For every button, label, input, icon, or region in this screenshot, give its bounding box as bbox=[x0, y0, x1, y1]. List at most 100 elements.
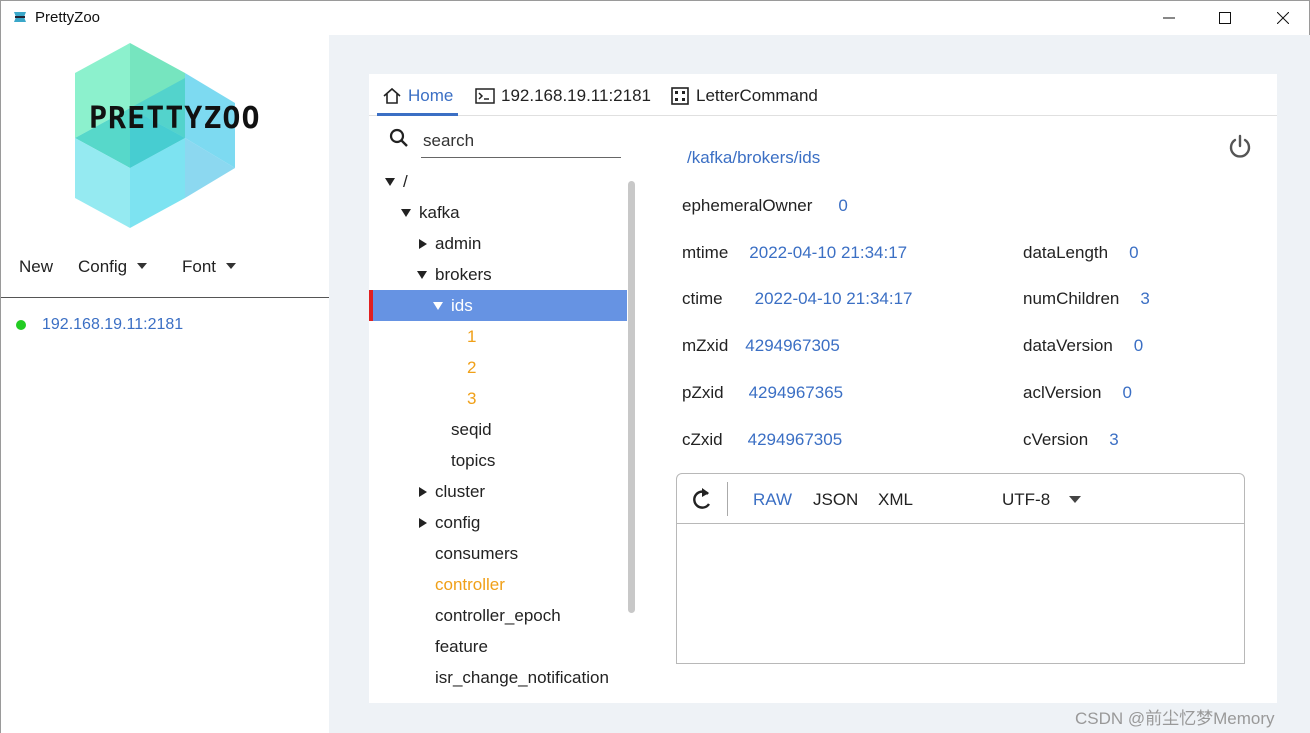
expanded-arrow-icon[interactable] bbox=[417, 270, 427, 279]
tab-letter-command[interactable]: LetterCommand bbox=[670, 86, 818, 114]
prop-ctime: ctime 2022-04-10 21:34:17 bbox=[682, 289, 912, 309]
format-raw-button[interactable]: RAW bbox=[753, 490, 792, 510]
prop-value: 2022-04-10 21:34:17 bbox=[754, 289, 913, 308]
data-editor: RAW JSON XML UTF-8 bbox=[676, 473, 1245, 664]
tree-node-label: 1 bbox=[467, 326, 477, 346]
chevron-down-icon[interactable] bbox=[1069, 496, 1081, 503]
tab-server[interactable]: 192.168.19.11:2181 bbox=[475, 86, 651, 114]
maximize-icon bbox=[1219, 12, 1231, 24]
config-menu[interactable]: Config bbox=[78, 257, 148, 277]
tree-node-2[interactable]: 2 bbox=[369, 352, 627, 383]
expanded-arrow-icon[interactable] bbox=[385, 177, 395, 186]
prop-label: ephemeralOwner bbox=[682, 196, 813, 215]
tree-node-label: admin bbox=[435, 233, 482, 253]
tree-node-label: seqid bbox=[451, 419, 492, 439]
minimize-icon bbox=[1163, 17, 1175, 19]
sidebar: PRETTYZOO New Config Font 192.168.19.11:… bbox=[1, 35, 329, 733]
content-panel: Home 192.168.19.11:2181 LetterCommand se… bbox=[369, 74, 1277, 703]
new-button[interactable]: New bbox=[19, 257, 53, 277]
tree-node-brokers[interactable]: brokers bbox=[369, 259, 627, 290]
search-icon bbox=[389, 128, 408, 147]
config-label: Config bbox=[78, 257, 128, 276]
home-icon bbox=[383, 87, 401, 104]
prop-value: 3 bbox=[1140, 289, 1150, 308]
tab-home[interactable]: Home bbox=[377, 86, 459, 116]
disconnect-power-icon[interactable] bbox=[1227, 134, 1253, 160]
window-title: PrettyZoo bbox=[35, 9, 101, 26]
search-input[interactable] bbox=[421, 124, 621, 158]
collapsed-arrow-icon[interactable] bbox=[419, 517, 427, 528]
tree-node-kafka[interactable]: kafka bbox=[369, 197, 627, 228]
format-xml-button[interactable]: XML bbox=[878, 490, 913, 510]
collapsed-arrow-icon[interactable] bbox=[419, 238, 427, 249]
collapsed-arrow-icon[interactable] bbox=[419, 486, 427, 497]
prop-mtime: mtime 2022-04-10 21:34:17 bbox=[682, 243, 907, 263]
tree-node-cluster[interactable]: cluster bbox=[369, 476, 627, 507]
minimize-button[interactable] bbox=[1141, 1, 1197, 35]
watermark: CSDN @前尘忆梦Memory bbox=[1075, 709, 1275, 728]
tree-node-config[interactable]: config bbox=[369, 507, 627, 538]
font-label: Font bbox=[182, 257, 217, 276]
prop-value: 0 bbox=[1122, 383, 1132, 402]
prop-mzxid: mZxid 4294967305 bbox=[682, 336, 840, 356]
tree-node-label: controller bbox=[435, 574, 505, 594]
menu-bar: New Config Font bbox=[1, 253, 329, 283]
tree-node-root[interactable]: / bbox=[369, 166, 627, 197]
tree-node-label: 3 bbox=[467, 388, 477, 408]
prop-value: 2022-04-10 21:34:17 bbox=[749, 243, 908, 262]
chevron-down-icon bbox=[226, 263, 237, 269]
format-json-button[interactable]: JSON bbox=[813, 490, 858, 510]
tree-node-label: config bbox=[435, 512, 481, 532]
node-tree: / kafka admin brokers ids 1 2 3 seqid to… bbox=[369, 166, 631, 703]
prop-label: pZxid bbox=[682, 383, 724, 402]
tab-home-label: Home bbox=[408, 86, 454, 105]
tree-node-label: brokers bbox=[435, 264, 492, 284]
tree-node-1[interactable]: 1 bbox=[369, 321, 627, 352]
expanded-arrow-icon[interactable] bbox=[401, 208, 411, 217]
close-button[interactable] bbox=[1255, 1, 1310, 35]
prop-value: 4294967305 bbox=[747, 430, 843, 449]
tree-node-controller[interactable]: controller bbox=[369, 569, 627, 600]
dice-icon bbox=[671, 87, 689, 105]
tree-node-label: / bbox=[403, 171, 408, 191]
tree-node-label: feature bbox=[435, 636, 488, 656]
prop-label: numChildren bbox=[1023, 289, 1120, 308]
editor-content-area[interactable] bbox=[677, 525, 1244, 663]
tree-node-isr-change-notification[interactable]: isr_change_notification bbox=[369, 662, 627, 693]
terminal-icon bbox=[475, 88, 495, 104]
app-logo-icon bbox=[14, 12, 26, 22]
tree-node-3[interactable]: 3 bbox=[369, 383, 627, 414]
server-host-label: 192.168.19.11:2181 bbox=[42, 316, 184, 333]
prop-data-length: dataLength 0 bbox=[1023, 243, 1139, 263]
expanded-arrow-icon[interactable] bbox=[433, 301, 443, 310]
server-list-item[interactable]: 192.168.19.11:2181 bbox=[16, 315, 183, 335]
tree-node-controller-epoch[interactable]: controller_epoch bbox=[369, 600, 627, 631]
tree-node-seqid[interactable]: seqid bbox=[369, 414, 627, 445]
encoding-select[interactable]: UTF-8 bbox=[1002, 490, 1050, 510]
prop-label: mZxid bbox=[682, 336, 729, 355]
prop-label: cZxid bbox=[682, 430, 723, 449]
tree-node-topics[interactable]: topics bbox=[369, 445, 627, 476]
tree-node-label: consumers bbox=[435, 543, 519, 563]
tree-node-label: topics bbox=[451, 450, 496, 470]
prop-value: 4294967365 bbox=[748, 383, 844, 402]
prop-value: 0 bbox=[1129, 243, 1139, 262]
tab-server-label: 192.168.19.11:2181 bbox=[501, 86, 651, 105]
tab-letter-label: LetterCommand bbox=[696, 86, 818, 105]
tree-node-feature[interactable]: feature bbox=[369, 631, 627, 662]
toolbar-separator bbox=[727, 482, 728, 516]
tab-bar: Home 192.168.19.11:2181 LetterCommand bbox=[369, 74, 1277, 116]
refresh-icon[interactable] bbox=[691, 487, 713, 511]
tree-node-ids[interactable]: ids bbox=[369, 290, 627, 321]
maximize-button[interactable] bbox=[1197, 1, 1253, 35]
tree-node-label: isr_change_notification bbox=[435, 667, 609, 687]
tree-node-label: kafka bbox=[419, 202, 460, 222]
tree-node-consumers[interactable]: consumers bbox=[369, 538, 627, 569]
tree-node-admin[interactable]: admin bbox=[369, 228, 627, 259]
connected-status-icon bbox=[16, 320, 26, 330]
font-menu[interactable]: Font bbox=[182, 257, 237, 277]
tree-scrollbar[interactable] bbox=[628, 181, 635, 613]
prop-label: dataVersion bbox=[1023, 336, 1113, 355]
prop-value: 3 bbox=[1109, 430, 1119, 449]
node-path: /kafka/brokers/ids bbox=[687, 148, 821, 167]
